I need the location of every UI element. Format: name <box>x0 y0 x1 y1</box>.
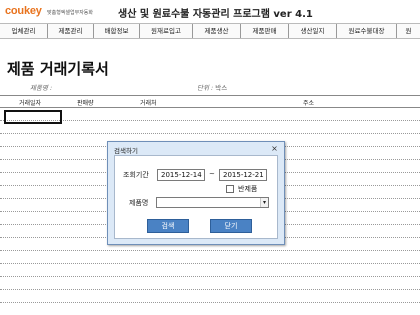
main-nav: 업체관리 제품관리 배합정보 원재료입고 제품생산 제품판매 생산일지 원료수불… <box>0 23 420 39</box>
nav-item-mix[interactable]: 배합정보 <box>94 24 140 38</box>
col-header-address: 주소 <box>303 100 315 107</box>
dialog-title: 검색하기 <box>114 147 138 155</box>
start-date-input[interactable]: 2015-12-14 <box>157 169 205 181</box>
dialog-body: 조회기간 2015-12-14 ~ 2015-12-21 반제품 제품명 ▾ 검… <box>114 155 278 239</box>
product-select[interactable]: ▾ <box>156 197 269 208</box>
search-button[interactable]: 검색 <box>147 219 189 233</box>
close-button[interactable]: 닫기 <box>210 219 252 233</box>
period-label: 조회기간 <box>123 171 149 179</box>
search-dialog: 검색하기 × 조회기간 2015-12-14 ~ 2015-12-21 반제품 … <box>107 141 285 245</box>
return-checkbox[interactable] <box>226 185 234 193</box>
page-title: 제품 거래기록서 <box>7 60 109 78</box>
nav-item-production[interactable]: 제품생산 <box>193 24 241 38</box>
selected-cell[interactable] <box>4 110 62 124</box>
nav-item-production-log[interactable]: 생산일지 <box>289 24 337 38</box>
return-checkbox-label: 반제품 <box>238 185 258 193</box>
unit-value: 박스 <box>215 84 228 92</box>
logo-subtitle: 맞춤형엑셀업무자동화 <box>47 10 94 16</box>
unit-label: 단위 : <box>197 84 214 92</box>
table-row[interactable] <box>0 264 420 277</box>
nav-item-product[interactable]: 제품관리 <box>48 24 94 38</box>
nav-item-company[interactable]: 업체관리 <box>0 24 48 38</box>
col-header-qty: 판매량 <box>77 100 94 107</box>
nav-item-material-in[interactable]: 원재료입고 <box>140 24 193 38</box>
app-window: coukey 맞춤형엑셀업무자동화 생산 및 원료수불 자동관리 프로그램 ve… <box>0 0 420 315</box>
end-date-input[interactable]: 2015-12-21 <box>219 169 267 181</box>
nav-item-material-ledger[interactable]: 원료수불대장 <box>337 24 397 38</box>
table-row[interactable] <box>0 277 420 290</box>
col-header-date: 거래일자 <box>19 100 42 107</box>
product-field-label: 제품명 <box>129 199 149 207</box>
product-name-label: 제품명 : <box>30 84 53 92</box>
unit-meta: 단위 : 박스 <box>197 82 227 92</box>
app-header: coukey 맞춤형엑셀업무자동화 생산 및 원료수불 자동관리 프로그램 ve… <box>0 0 420 23</box>
table-row[interactable] <box>0 290 420 303</box>
table-row[interactable] <box>0 108 420 121</box>
chevron-down-icon[interactable]: ▾ <box>260 198 268 207</box>
logo: coukey <box>5 5 42 17</box>
close-icon[interactable]: × <box>268 144 281 154</box>
table-row[interactable] <box>0 303 420 315</box>
col-header-client: 거래처 <box>140 100 157 107</box>
date-range-separator: ~ <box>209 170 215 178</box>
table-row[interactable] <box>0 251 420 264</box>
table-header: 거래일자 판매량 거래처 주소 <box>0 95 420 108</box>
table-row[interactable] <box>0 121 420 134</box>
nav-item-more[interactable]: 원 <box>397 24 420 38</box>
app-title: 생산 및 원료수불 자동관리 프로그램 ver 4.1 <box>118 9 313 20</box>
nav-item-sales[interactable]: 제품판매 <box>241 24 289 38</box>
